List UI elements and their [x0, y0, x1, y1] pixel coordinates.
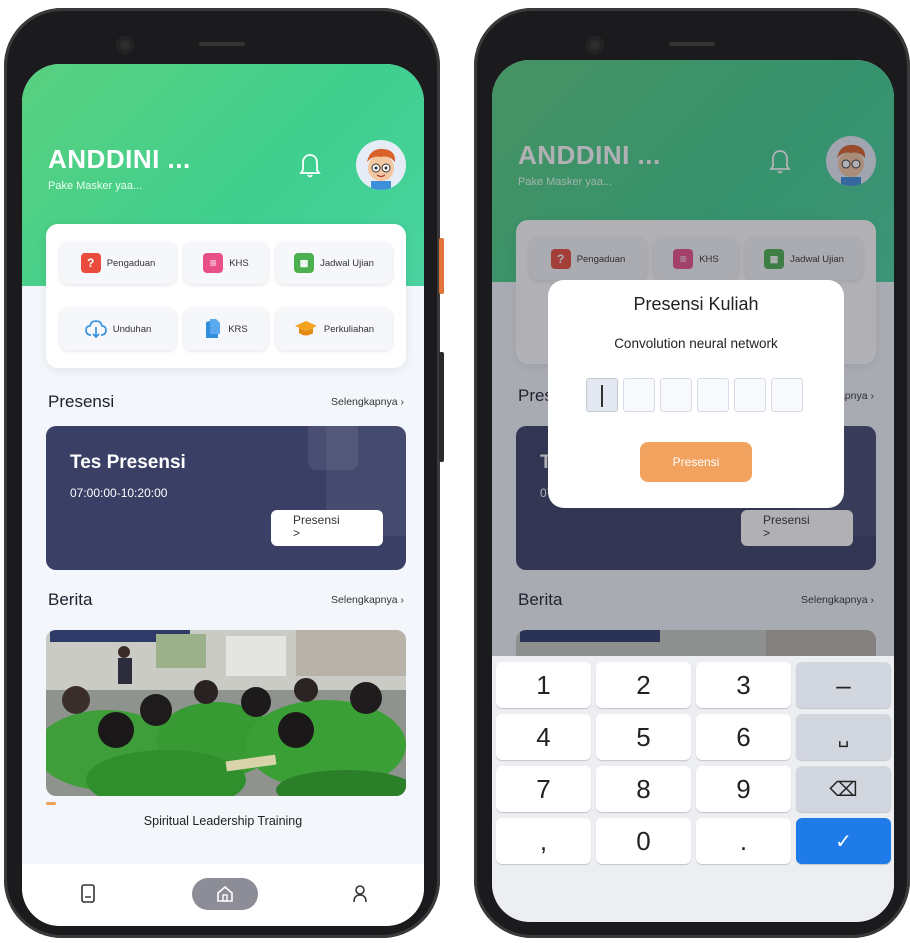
- key-comma[interactable]: ,: [496, 818, 591, 864]
- news-caption: Spiritual Leadership Training: [143, 814, 303, 828]
- power-button: [439, 238, 444, 294]
- chevron-right-icon: ›: [400, 396, 405, 408]
- menu-label: KRS: [228, 323, 248, 335]
- presensi-title: Tes Presensi: [70, 452, 186, 473]
- see-more-label: Selengkapnya: [331, 594, 398, 606]
- menu-label: Unduhan: [112, 323, 152, 335]
- earpiece-speaker: [669, 42, 715, 46]
- earpiece-speaker: [199, 42, 245, 46]
- menu-card: ? Pengaduan ≡ KHS ▦ Jadwal Ujian Unduhan: [46, 224, 406, 368]
- bell-icon[interactable]: [298, 152, 322, 180]
- berita-heading: Berita: [48, 590, 93, 609]
- cloud-download-icon: [84, 320, 107, 338]
- menu-khs[interactable]: ≡ KHS: [184, 242, 268, 284]
- front-camera: [586, 36, 604, 54]
- nav-home-button[interactable]: [192, 878, 258, 910]
- enter-key[interactable]: ✓: [796, 818, 891, 864]
- key-7[interactable]: 7: [496, 766, 591, 812]
- numeric-keyboard: 1 2 3 – 4 5 6 ␣ 7 8 9 ⌫ , 0 . ✓: [492, 656, 894, 922]
- phone-dialog: ANDDINI ... Pake Masker yaa... ? Pengadu…: [474, 8, 910, 938]
- menu-krs[interactable]: KRS: [184, 308, 268, 350]
- key-minus[interactable]: –: [796, 662, 891, 708]
- code-digit-input[interactable]: [660, 378, 692, 412]
- graduation-cap-icon: [294, 321, 317, 336]
- backspace-key[interactable]: ⌫: [796, 766, 891, 812]
- carousel-indicator: [46, 802, 56, 805]
- key-9[interactable]: 9: [696, 766, 791, 812]
- key-5[interactable]: 5: [596, 714, 691, 760]
- presensi-heading: Presensi: [48, 392, 115, 411]
- key-3[interactable]: 3: [696, 662, 791, 708]
- book-icon[interactable]: [80, 884, 96, 904]
- menu-perkuliahan[interactable]: Perkuliahan: [276, 308, 392, 350]
- key-0[interactable]: 0: [596, 818, 691, 864]
- menu-pengaduan[interactable]: ? Pengaduan: [60, 242, 176, 284]
- berita-see-more[interactable]: Selengkapnya ›: [331, 594, 404, 606]
- presensi-dialog-screen: ANDDINI ... Pake Masker yaa... ? Pengadu…: [492, 60, 894, 922]
- menu-label: Perkuliahan: [323, 323, 375, 335]
- presensi-button[interactable]: Presensi >: [271, 510, 383, 546]
- complaint-icon: ?: [80, 253, 101, 273]
- key-period[interactable]: .: [696, 818, 791, 864]
- presensi-see-more[interactable]: Selengkapnya ›: [331, 396, 404, 408]
- key-4[interactable]: 4: [496, 714, 591, 760]
- presensi-dialog: Presensi Kuliah Convolution neural netwo…: [548, 280, 844, 508]
- home-screen: ANDDINI ... Pake Masker yaa... ? Pengadu…: [22, 64, 424, 926]
- code-digit-input[interactable]: [586, 378, 618, 412]
- front-camera: [116, 36, 134, 54]
- space-key[interactable]: ␣: [796, 714, 891, 760]
- avatar[interactable]: [356, 140, 406, 190]
- key-8[interactable]: 8: [596, 766, 691, 812]
- code-digit-input[interactable]: [697, 378, 729, 412]
- code-digit-input[interactable]: [771, 378, 803, 412]
- document-list-icon: ≡: [203, 253, 224, 273]
- code-digit-input[interactable]: [623, 378, 655, 412]
- text-caret: [601, 385, 603, 407]
- news-image[interactable]: [46, 630, 406, 796]
- see-more-label: Selengkapnya: [331, 396, 398, 408]
- bottom-nav: [22, 864, 424, 926]
- presensi-button-label: Presensi: [293, 513, 340, 527]
- user-name: ANDDINI ...: [48, 144, 191, 174]
- course-name: Convolution neural network: [614, 336, 778, 351]
- user-greeting: Pake Masker yaa...: [48, 180, 143, 192]
- menu-jadwal-ujian[interactable]: ▦ Jadwal Ujian: [276, 242, 392, 284]
- calendar-icon: ▦: [294, 253, 315, 273]
- code-digit-input[interactable]: [734, 378, 766, 412]
- home-icon: [217, 885, 233, 902]
- presensi-card: Tes Presensi 07:00:00-10:20:00 Presensi …: [46, 426, 406, 570]
- key-2[interactable]: 2: [596, 662, 691, 708]
- volume-button: [439, 352, 444, 462]
- menu-unduhan[interactable]: Unduhan: [60, 308, 176, 350]
- dialog-title: Presensi Kuliah: [633, 294, 759, 314]
- key-1[interactable]: 1: [496, 662, 591, 708]
- key-6[interactable]: 6: [696, 714, 791, 760]
- phone-home: ANDDINI ... Pake Masker yaa... ? Pengadu…: [4, 8, 444, 938]
- menu-label: KHS: [229, 257, 249, 269]
- presensi-time: 07:00:00-10:20:00: [70, 486, 168, 500]
- profile-icon[interactable]: [352, 884, 368, 904]
- dialog-presensi-button[interactable]: Presensi: [640, 442, 752, 482]
- menu-label: Pengaduan: [106, 257, 156, 269]
- card-decoration: [308, 426, 358, 470]
- files-icon: [206, 319, 221, 338]
- menu-label: Jadwal Ujian: [320, 257, 374, 269]
- chevron-right-icon: ›: [400, 594, 405, 606]
- chevron-right-icon: >: [293, 526, 301, 540]
